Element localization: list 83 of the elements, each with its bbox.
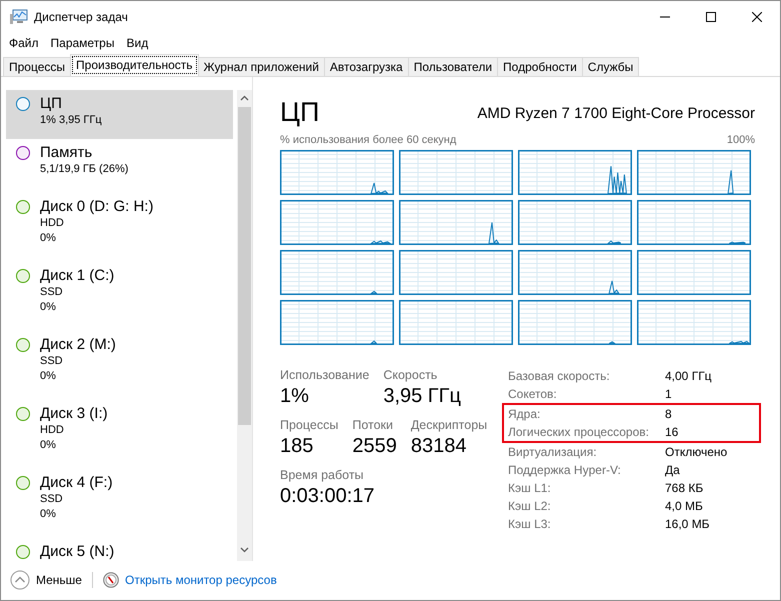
detail-value: 16,0 МБ xyxy=(665,516,710,534)
stat-value: 1% xyxy=(280,384,310,410)
stat-value: 83184 xyxy=(410,434,468,460)
close-icon xyxy=(752,12,762,22)
stat-label: Процессы xyxy=(280,417,338,434)
sidebar-item[interactable]: Диск 2 (M:) SSD 0% xyxy=(6,330,234,400)
item-detail: 5,1/19,9 ГБ (26%) xyxy=(40,162,128,177)
item-name: Диск 1 (C:) xyxy=(40,266,114,285)
detail-label: Базовая скорость: xyxy=(508,368,611,386)
panel-title: ЦП xyxy=(280,96,320,129)
item-detail: 1% 3,95 ГГц xyxy=(40,112,102,128)
gauge-icon[interactable] xyxy=(102,572,119,588)
chevron-up-icon[interactable] xyxy=(240,94,250,101)
detail-value: 4,0 МБ xyxy=(665,498,703,516)
chevron-up-icon[interactable] xyxy=(10,570,30,590)
item-detail: HDD xyxy=(40,216,65,231)
detail-value: Да xyxy=(665,462,680,480)
stat-value: 3,95 ГГц xyxy=(383,384,461,410)
item-detail: 0% xyxy=(40,368,57,384)
item-name: Диск 3 (I:) xyxy=(40,404,108,423)
detail-label: Поддержка Hyper-V: xyxy=(508,462,622,480)
scrollbar[interactable] xyxy=(237,90,252,561)
detail-value: 16 xyxy=(665,424,678,442)
stat-label: Использование xyxy=(280,367,370,384)
item-detail: 0% xyxy=(40,300,57,315)
fewer-details-button[interactable]: Меньше xyxy=(36,571,82,590)
stat-value: 2559 xyxy=(352,434,397,460)
stat-label: Дескрипторы xyxy=(410,417,488,434)
graph-caption: % использования более 60 секунд xyxy=(280,132,456,148)
tab[interactable]: Пользователи xyxy=(408,56,498,76)
detail-label: Виртуализация: xyxy=(508,444,598,462)
tab[interactable]: Подробности xyxy=(497,56,583,76)
item-detail: 0% xyxy=(40,230,57,246)
item-name: Диск 5 (N:) xyxy=(40,542,114,561)
sidebar-item[interactable]: Диск 1 (C:) SSD 0% xyxy=(6,262,234,331)
stat-label: Потоки xyxy=(352,417,394,434)
item-name: Диск 0 (D: G: H:) xyxy=(40,196,154,216)
window-title: Диспетчер задач xyxy=(34,9,129,26)
item-detail: SSD xyxy=(40,492,64,507)
stat-value: 0:03:00:17 xyxy=(280,484,375,510)
detail-value: Отключено xyxy=(665,444,728,462)
graph-max-label: 100% xyxy=(726,132,755,148)
item-detail: HDD xyxy=(40,422,65,438)
menu-item[interactable]: Файл xyxy=(4,34,44,52)
stat-label: Скорость xyxy=(383,367,438,384)
sidebar-item[interactable]: Память 5,1/19,9 ГБ (26%) xyxy=(6,138,234,193)
sidebar-item[interactable]: Диск 4 (F:) SSD 0% xyxy=(6,468,234,538)
tab[interactable]: Автозагрузка xyxy=(324,56,409,76)
sidebar-item[interactable]: ЦП 1% 3,95 ГГц xyxy=(6,90,234,139)
detail-value: 768 КБ xyxy=(665,480,704,498)
processor-name: AMD Ryzen 7 1700 Eight-Core Processor xyxy=(477,104,755,124)
maximize-icon xyxy=(706,12,716,22)
detail-value: 4,00 ГГц xyxy=(665,368,712,386)
sidebar-item[interactable]: Диск 3 (I:) HDD 0% xyxy=(6,400,234,469)
item-detail: 0% xyxy=(40,506,57,522)
tab[interactable]: Службы xyxy=(582,56,640,76)
item-detail: 0% xyxy=(40,438,57,453)
sidebar-item[interactable]: Диск 0 (D: G: H:) HDD 0% xyxy=(6,192,234,262)
item-name: Память xyxy=(40,142,94,162)
detail-label: Кэш L3: xyxy=(508,516,552,534)
detail-value: 8 xyxy=(665,406,672,424)
menu-item[interactable]: Параметры xyxy=(46,34,120,52)
detail-label: Ядра: xyxy=(508,406,542,424)
monitor-graph-icon xyxy=(10,9,28,25)
item-detail: SSD xyxy=(40,354,64,369)
tab[interactable]: Производительность xyxy=(70,54,198,76)
detail-label: Сокетов: xyxy=(508,386,558,404)
stat-label: Время работы xyxy=(280,467,365,484)
sidebar-item[interactable]: Диск 5 (N:) xyxy=(6,538,234,561)
menu-item[interactable]: Вид xyxy=(121,34,154,52)
item-name: Диск 2 (M:) xyxy=(40,334,116,354)
detail-label: Кэш L1: xyxy=(508,480,552,498)
chevron-down-icon[interactable] xyxy=(240,546,250,553)
item-name: ЦП xyxy=(40,94,63,113)
stat-value: 185 xyxy=(280,434,314,460)
item-detail: SSD xyxy=(40,284,64,300)
tab[interactable]: Журнал приложений xyxy=(198,56,325,76)
detail-label: Логических процессоров: xyxy=(508,424,650,442)
tab[interactable]: Процессы xyxy=(3,56,72,76)
item-name: Диск 4 (F:) xyxy=(40,472,113,492)
detail-label: Кэш L2: xyxy=(508,498,552,516)
detail-value: 1 xyxy=(665,386,672,404)
resource-monitor-link[interactable]: Открыть монитор ресурсов xyxy=(124,571,277,590)
